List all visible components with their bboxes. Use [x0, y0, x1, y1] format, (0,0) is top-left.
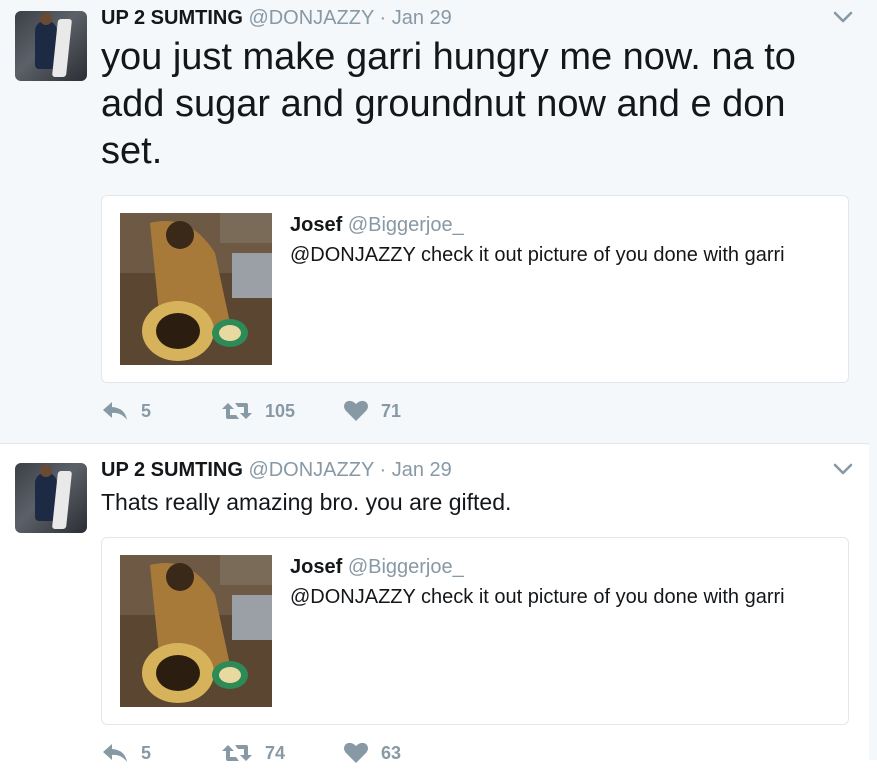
- tweet-date[interactable]: Jan 29: [392, 459, 452, 481]
- quoted-author-handle: @Biggerjoe_: [347, 214, 464, 236]
- author-handle[interactable]: @DONJAZZY: [248, 459, 374, 481]
- heart-icon: [344, 400, 368, 421]
- author-handle[interactable]: @DONJAZZY: [248, 7, 374, 29]
- like-count: 63: [381, 742, 402, 763]
- quoted-tweet-image[interactable]: [120, 213, 272, 365]
- tweet-actions: 5 105 71: [101, 400, 801, 430]
- retweet-button[interactable]: 74: [221, 742, 285, 764]
- quoted-author-name: Josef: [290, 556, 343, 578]
- heart-icon: [344, 742, 368, 763]
- quoted-author-handle: @Biggerjoe_: [347, 556, 464, 578]
- retweet-count: 74: [265, 742, 286, 763]
- avatar[interactable]: [15, 11, 87, 81]
- retweet-count: 105: [265, 400, 296, 421]
- avatar[interactable]: [15, 463, 87, 533]
- tweet-actions: 5 74 63: [101, 742, 801, 772]
- quoted-author[interactable]: Josef @Biggerjoe_: [290, 556, 464, 579]
- retweet-icon: [222, 745, 252, 761]
- reply-icon: [103, 744, 127, 762]
- quoted-tweet-text: @DONJAZZY check it out picture of you do…: [290, 586, 785, 608]
- tweet[interactable]: UP 2 SUMTING @DONJAZZY · Jan 29 you just…: [0, 0, 869, 444]
- avatar-head: [40, 13, 52, 25]
- reply-button[interactable]: 5: [101, 400, 151, 422]
- header-separator: ·: [379, 459, 387, 481]
- reply-count: 5: [141, 742, 152, 763]
- reply-icon: [103, 402, 127, 420]
- author-name[interactable]: UP 2 SUMTING: [101, 7, 243, 29]
- like-button[interactable]: 71: [343, 400, 401, 422]
- quoted-author-name: Josef: [290, 214, 343, 236]
- retweet-icon: [222, 403, 252, 419]
- tweet-header: UP 2 SUMTING @DONJAZZY · Jan 29: [101, 459, 452, 482]
- retweet-button[interactable]: 105: [221, 400, 295, 422]
- tweet-date[interactable]: Jan 29: [392, 7, 452, 29]
- tweet-text: you just make garri hungry me now. na to…: [101, 36, 796, 172]
- chevron-down-icon[interactable]: [833, 462, 853, 476]
- tweet-header: UP 2 SUMTING @DONJAZZY · Jan 29: [101, 7, 452, 30]
- like-button[interactable]: 63: [343, 742, 401, 764]
- quoted-author[interactable]: Josef @Biggerjoe_: [290, 214, 464, 237]
- tweet-text: Thats really amazing bro. you are gifted…: [101, 489, 512, 515]
- reply-count: 5: [141, 400, 152, 421]
- quoted-tweet[interactable]: Josef @Biggerjoe_ @DONJAZZY check it out…: [101, 195, 849, 383]
- right-edge-bar: [868, 0, 877, 760]
- like-count: 71: [381, 400, 402, 421]
- quoted-tweet-image[interactable]: [120, 555, 272, 707]
- quoted-tweet-text: @DONJAZZY check it out picture of you do…: [290, 244, 785, 266]
- reply-button[interactable]: 5: [101, 742, 151, 764]
- header-separator: ·: [379, 7, 387, 29]
- quoted-tweet[interactable]: Josef @Biggerjoe_ @DONJAZZY check it out…: [101, 537, 849, 725]
- chevron-down-icon[interactable]: [833, 10, 853, 24]
- avatar-head: [40, 465, 52, 477]
- author-name[interactable]: UP 2 SUMTING: [101, 459, 243, 481]
